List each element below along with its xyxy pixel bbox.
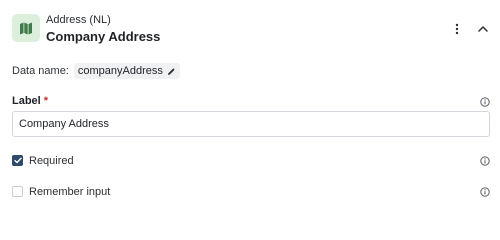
required-checkbox[interactable] bbox=[12, 155, 23, 166]
map-icon bbox=[12, 14, 40, 42]
label-field-header: Label * bbox=[12, 95, 490, 109]
collapse-button[interactable] bbox=[474, 20, 492, 38]
pencil-icon[interactable] bbox=[167, 67, 176, 76]
remember-input-label: Remember input bbox=[29, 186, 111, 198]
required-label: Required bbox=[29, 155, 74, 167]
field-card-header: Address (NL) Company Address bbox=[0, 0, 500, 58]
required-info-icon[interactable] bbox=[480, 156, 490, 166]
required-option: Required bbox=[12, 154, 490, 168]
remember-input-option: Remember input bbox=[12, 185, 490, 199]
check-icon bbox=[13, 157, 22, 164]
field-title: Company Address bbox=[46, 29, 161, 44]
data-name-label: Data name: bbox=[12, 65, 69, 77]
data-name-row: Data name: companyAddress bbox=[12, 63, 180, 79]
label-field-label: Label * bbox=[12, 95, 49, 107]
more-vertical-icon bbox=[455, 23, 459, 35]
chevron-up-icon bbox=[478, 26, 488, 32]
remember-input-checkbox[interactable] bbox=[12, 186, 23, 197]
data-name-value: companyAddress bbox=[77, 65, 163, 77]
required-marker: * bbox=[43, 95, 49, 107]
field-type-label: Address (NL) bbox=[46, 14, 111, 26]
label-input[interactable] bbox=[12, 111, 490, 137]
data-name-chip[interactable]: companyAddress bbox=[73, 63, 180, 79]
more-options-button[interactable] bbox=[450, 20, 464, 38]
label-info-icon[interactable] bbox=[480, 97, 490, 107]
remember-input-info-icon[interactable] bbox=[480, 187, 490, 197]
